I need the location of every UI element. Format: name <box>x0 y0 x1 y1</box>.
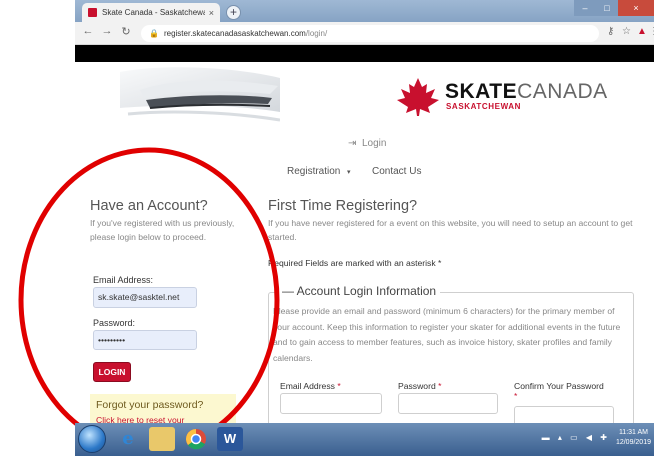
maple-leaf-icon <box>397 78 439 116</box>
reload-icon[interactable]: ↻ <box>119 25 133 38</box>
system-tray-icons[interactable]: ▬ ▴ ▭ ◀ ✚ <box>542 433 610 442</box>
login-nav-link[interactable]: ⇥ Login <box>348 138 386 149</box>
lock-icon: 🔒 <box>149 29 159 38</box>
new-tab-button[interactable]: + <box>226 5 241 20</box>
window-controls: – □ × <box>574 0 654 16</box>
minimize-button[interactable]: – <box>574 0 596 16</box>
chrome-icon[interactable] <box>183 427 209 451</box>
url-host: register.skatecanadasaskatchewan.com <box>163 29 306 38</box>
login-intro: If you've registered with us previously,… <box>90 218 235 242</box>
back-arrow-icon[interactable]: ← <box>81 25 95 37</box>
browser-menu-icon[interactable]: ⋮ <box>649 26 654 37</box>
reg-password-label: Password * <box>398 381 442 391</box>
email-field[interactable]: sk.skate@sasktel.net <box>93 287 197 308</box>
url-path: /login/ <box>305 29 328 38</box>
reg-email-label: Email Address * <box>280 381 341 391</box>
email-label: Email Address: <box>93 275 154 285</box>
windows-taskbar: e W ▬ ▴ ▭ ◀ ✚ 11:31 AM 12/09/2019 <box>75 423 654 456</box>
word-icon[interactable]: W <box>217 427 243 451</box>
login-button[interactable]: LOGIN <box>93 362 131 382</box>
forgot-password-title: Forgot your password? <box>96 399 204 411</box>
menu-registration-label: Registration <box>287 166 341 177</box>
sign-in-icon: ⇥ <box>348 138 357 149</box>
extension-icon[interactable]: ▲ <box>637 26 647 37</box>
tab-title: Skate Canada - Saskatchewan pa <box>102 8 205 17</box>
forward-arrow-icon[interactable]: → <box>100 25 114 37</box>
legend-label: Account Login Information <box>296 284 437 298</box>
logo-subtitle: SASKATCHEWAN <box>446 102 522 111</box>
reg-email-input[interactable] <box>280 393 382 414</box>
top-black-bar <box>75 45 654 62</box>
password-label: Password: <box>93 318 136 328</box>
key-icon[interactable]: ⚷ <box>607 26 614 37</box>
legend-dash: — <box>282 284 294 298</box>
register-heading: First Time Registering? <box>268 198 418 214</box>
skate-canada-favicon-icon <box>88 8 97 17</box>
skate-blade-image <box>120 67 280 122</box>
reg-password-input[interactable] <box>398 393 498 414</box>
required-asterisk: * <box>514 391 518 401</box>
menu-registration[interactable]: Registration ▾ <box>287 166 351 177</box>
address-bar: ← → ↻ 🔒 register.skatecanadasaskatchewan.… <box>75 22 654 45</box>
browser-tab-strip: Skate Canada - Saskatchewan pa × + – □ × <box>75 0 654 22</box>
start-orb-icon[interactable] <box>78 425 106 453</box>
logo-wordmark: SKATECANADA <box>445 80 608 103</box>
register-intro: If you have never registered for a event… <box>268 218 633 242</box>
skate-canada-logo[interactable]: SKATECANADA SASKATCHEWAN <box>395 76 607 116</box>
account-description: Please provide an email and password (mi… <box>273 306 621 363</box>
required-fields-note: Required Fields are marked with an aster… <box>268 258 442 268</box>
menu-contact[interactable]: Contact Us <box>372 166 421 177</box>
clock-time: 11:31 AM <box>618 429 648 436</box>
clock-date: 12/09/2019 <box>615 439 651 446</box>
url-input[interactable]: 🔒 register.skatecanadasaskatchewan.com/lo… <box>141 25 599 42</box>
bookmark-star-icon[interactable]: ☆ <box>622 26 631 37</box>
internet-explorer-icon[interactable]: e <box>115 427 141 451</box>
browser-tab[interactable]: Skate Canada - Saskatchewan pa × <box>82 3 220 22</box>
forgot-password-box: Forgot your password? Click here to rese… <box>90 394 236 424</box>
login-link-label: Login <box>361 138 387 149</box>
password-field[interactable]: ••••••••• <box>93 330 197 350</box>
login-heading: Have an Account? <box>90 198 208 214</box>
site-banner: SKATECANADA SASKATCHEWAN <box>75 62 654 132</box>
fieldset-legend: — Account Login Information <box>278 284 441 298</box>
required-asterisk: * <box>438 381 442 391</box>
file-explorer-icon[interactable] <box>149 427 175 451</box>
taskbar-clock[interactable]: 11:31 AM 12/09/2019 <box>616 428 651 448</box>
required-asterisk: * <box>337 381 341 391</box>
chevron-down-icon: ▾ <box>343 169 351 176</box>
reg-confirm-label: Confirm Your Password * <box>514 381 604 401</box>
tab-close-icon[interactable]: × <box>209 8 214 18</box>
close-window-button[interactable]: × <box>618 0 654 16</box>
maximize-button[interactable]: □ <box>596 0 618 16</box>
